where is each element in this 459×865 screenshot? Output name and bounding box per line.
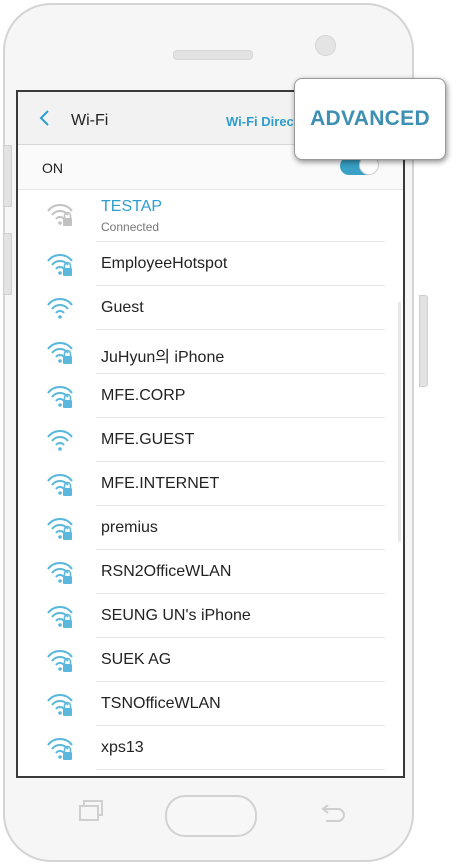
wifi-lock-icon bbox=[47, 204, 73, 226]
network-item[interactable]: SUEK AG bbox=[18, 638, 403, 682]
screen: Wi-Fi Wi-Fi Direct ON TESTAP Connected Emp… bbox=[16, 90, 405, 778]
network-item[interactable]: premius bbox=[18, 506, 403, 550]
wifi-direct-button[interactable]: Wi-Fi Direct bbox=[226, 114, 298, 129]
power-button bbox=[419, 295, 428, 387]
wifi-icon bbox=[47, 430, 73, 451]
network-list: TESTAP Connected EmployeeHotspot Guest JuHyu… bbox=[18, 190, 403, 770]
network-item[interactable]: Guest bbox=[18, 286, 403, 330]
scrollbar[interactable] bbox=[398, 302, 401, 542]
chevron-left-icon[interactable] bbox=[36, 108, 54, 128]
page-title: Wi-Fi bbox=[71, 112, 109, 129]
wifi-lock-icon bbox=[47, 562, 73, 584]
home-button[interactable] bbox=[165, 795, 257, 837]
advanced-label: ADVANCED bbox=[310, 107, 430, 130]
network-item[interactable]: MFE.INTERNET bbox=[18, 462, 403, 506]
wifi-lock-icon bbox=[47, 694, 73, 716]
wifi-lock-icon bbox=[47, 474, 73, 496]
front-camera bbox=[315, 35, 336, 56]
network-name: MFE.CORP bbox=[101, 387, 186, 404]
volume-down-button bbox=[3, 233, 12, 295]
wifi-lock-icon bbox=[47, 606, 73, 628]
network-name: MFE.INTERNET bbox=[101, 475, 220, 492]
network-item[interactable]: RSN2OfficeWLAN bbox=[18, 550, 403, 594]
network-name: SUEK AG bbox=[101, 651, 172, 668]
wifi-icon bbox=[47, 298, 73, 319]
volume-up-button bbox=[3, 145, 12, 207]
wifi-lock-icon bbox=[47, 342, 73, 364]
network-item[interactable]: xps13 bbox=[18, 726, 403, 770]
advanced-button[interactable]: ADVANCED bbox=[294, 78, 446, 160]
network-status: Connected bbox=[101, 220, 160, 234]
network-name: TSNOfficeWLAN bbox=[101, 695, 221, 712]
network-item-connected[interactable]: TESTAP Connected bbox=[18, 190, 403, 242]
network-name: MFE.GUEST bbox=[101, 431, 195, 448]
network-name: JuHyun의 iPhone bbox=[101, 349, 225, 366]
divider bbox=[96, 769, 385, 770]
wifi-lock-icon bbox=[47, 518, 73, 540]
wifi-lock-icon bbox=[47, 650, 73, 672]
network-name: premius bbox=[101, 519, 158, 536]
network-name: Guest bbox=[101, 299, 144, 316]
back-arrow-icon[interactable] bbox=[318, 805, 346, 823]
network-item[interactable]: JuHyun의 iPhone bbox=[18, 330, 403, 374]
network-item[interactable]: EmployeeHotspot bbox=[18, 242, 403, 286]
network-name: SEUNG UN's iPhone bbox=[101, 607, 251, 624]
toggle-label: ON bbox=[42, 160, 63, 176]
wifi-lock-icon bbox=[47, 386, 73, 408]
network-item[interactable]: MFE.CORP bbox=[18, 374, 403, 418]
network-item[interactable]: MFE.GUEST bbox=[18, 418, 403, 462]
earpiece-speaker bbox=[173, 50, 253, 60]
wifi-lock-icon bbox=[47, 738, 73, 760]
network-item[interactable]: SEUNG UN's iPhone bbox=[18, 594, 403, 638]
network-item[interactable]: TSNOfficeWLAN bbox=[18, 682, 403, 726]
wifi-lock-icon bbox=[47, 254, 73, 276]
network-name: RSN2OfficeWLAN bbox=[101, 563, 232, 580]
network-name: TESTAP bbox=[101, 198, 163, 215]
network-name: EmployeeHotspot bbox=[101, 255, 228, 272]
network-name: xps13 bbox=[101, 739, 144, 756]
recent-apps-icon[interactable] bbox=[78, 800, 104, 822]
